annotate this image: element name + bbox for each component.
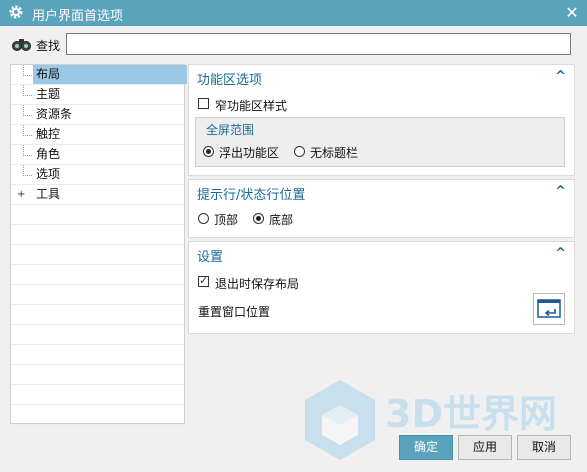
tree-row-line — [11, 305, 184, 325]
tree-item-touch[interactable]: 触控 — [11, 125, 184, 145]
statusline-panel: 提示行/状态行位置 ^ — [188, 179, 575, 238]
tree-connector — [23, 145, 32, 156]
no-titlebar-label: 无标题栏 — [310, 146, 359, 160]
tree-item-label: 角色 — [36, 147, 61, 161]
collapse-chevron-icon[interactable]: ^ — [555, 246, 566, 261]
tree-item-label: 资源条 — [36, 107, 73, 121]
tree-connector — [23, 85, 32, 96]
section-title: 提示行/状态行位置 — [197, 188, 306, 203]
save-layout-checkbox[interactable] — [198, 274, 209, 287]
binoculars-icon — [12, 39, 31, 51]
narrow-ribbon-label: 窄功能区样式 — [215, 99, 288, 113]
window-title: 用户界面首选项 — [32, 9, 124, 24]
tree-row-line — [11, 325, 184, 345]
tree-connector — [23, 65, 32, 76]
tree-row-line — [11, 225, 184, 245]
search-label: 查找 — [36, 39, 61, 53]
reset-window-button[interactable] — [533, 293, 565, 325]
search-input[interactable] — [66, 33, 571, 55]
tree-item-label: 触控 — [36, 127, 61, 141]
tree-row-line — [11, 265, 184, 285]
tree-item-options[interactable]: 选项 — [11, 165, 184, 185]
ok-button[interactable]: 确定 — [399, 435, 453, 460]
no-titlebar-radio[interactable] — [294, 146, 305, 157]
top-position-radio[interactable] — [198, 213, 209, 224]
tree-row-line — [11, 245, 184, 265]
group-title: 全屏范围 — [206, 123, 255, 137]
tree-item-tools[interactable]: + 工具 — [11, 185, 184, 205]
top-position-label: 顶部 — [214, 213, 239, 227]
reset-window-label: 重置窗口位置 — [198, 305, 271, 319]
tree-connector — [23, 165, 32, 176]
tree-row-line — [11, 345, 184, 365]
cube-logo-icon — [305, 380, 375, 460]
tree-row-line — [11, 285, 184, 305]
collapse-chevron-icon[interactable]: ^ — [555, 184, 566, 199]
tree-row-line — [11, 205, 184, 225]
apply-button[interactable]: 应用 — [458, 435, 512, 460]
collapse-chevron-icon[interactable]: ^ — [555, 69, 566, 84]
title-bar: 用户界面首选项 ✕ — [0, 0, 587, 26]
tree-row-line — [11, 405, 184, 425]
close-icon[interactable]: ✕ — [562, 3, 582, 23]
tree-connector — [23, 125, 32, 136]
float-ribbon-label: 浮出功能区 — [219, 146, 280, 160]
tree-item-label: 选项 — [36, 167, 61, 181]
section-title: 功能区选项 — [197, 73, 263, 88]
window-reset-icon — [537, 299, 561, 318]
section-title: 设置 — [197, 250, 224, 265]
watermark-text: 3D世界网 — [385, 392, 557, 436]
search-row: 查找 — [0, 26, 587, 62]
gear-icon — [9, 5, 23, 19]
tree-item-label: 工具 — [36, 187, 61, 201]
tree-item-layout[interactable]: 布局 — [11, 65, 187, 85]
tree-row-line — [11, 385, 184, 405]
tree-row-line — [11, 365, 184, 385]
tree-item-resource-bar[interactable]: 资源条 — [11, 105, 184, 125]
float-ribbon-radio[interactable] — [203, 146, 214, 157]
bottom-position-label: 底部 — [269, 213, 294, 227]
save-layout-label: 退出时保存布局 — [215, 277, 300, 291]
expand-plus-icon[interactable]: + — [17, 190, 25, 200]
tree-item-label: 布局 — [33, 65, 187, 84]
tree-item-label: 主题 — [36, 87, 61, 101]
category-tree: 布局 主题 资源条 触控 角色 选项 + 工具 — [10, 64, 187, 425]
bottom-position-radio[interactable] — [253, 213, 264, 224]
tree-connector — [23, 105, 32, 116]
narrow-ribbon-checkbox[interactable] — [198, 98, 209, 109]
cancel-button[interactable]: 取消 — [517, 435, 571, 460]
tree-item-role[interactable]: 角色 — [11, 145, 184, 165]
tree-item-theme[interactable]: 主题 — [11, 85, 184, 105]
